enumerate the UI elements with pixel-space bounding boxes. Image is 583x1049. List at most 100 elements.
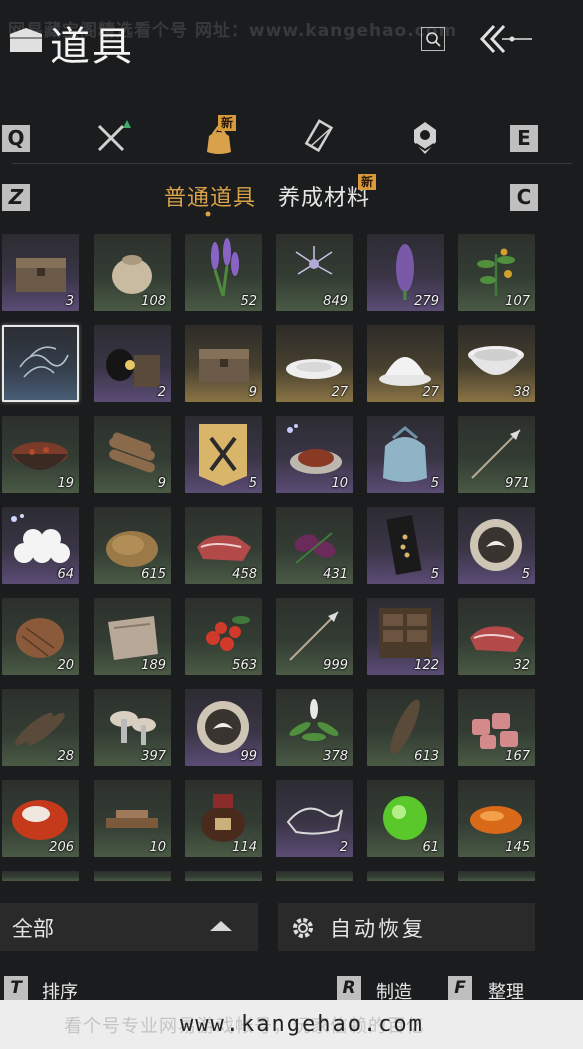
item-slot[interactable]: 613 (367, 689, 444, 766)
key-z[interactable]: Z (2, 184, 30, 211)
item-slot[interactable]: 108 (94, 234, 171, 311)
item-quantity: 145 (505, 840, 530, 855)
item-slot[interactable]: 107 (458, 234, 535, 311)
tab-weapons[interactable] (88, 118, 134, 158)
filter-dropdown[interactable]: 全部 (0, 903, 258, 951)
scroll-icon (304, 119, 334, 153)
item-slot[interactable]: 5 (185, 416, 262, 493)
filter-label: 全部 (12, 917, 54, 941)
key-t[interactable]: T (4, 976, 28, 1000)
item-slot[interactable]: 5 (458, 507, 535, 584)
item-quantity: 2 (157, 385, 166, 400)
page-title: 道具 (50, 24, 134, 70)
key-c[interactable]: C (510, 184, 538, 211)
item-slot-partial[interactable] (185, 871, 262, 881)
item-slot[interactable]: 64 (2, 507, 79, 584)
item-quantity: 167 (505, 749, 530, 764)
item-slot[interactable]: 9 (185, 325, 262, 402)
item-slot[interactable]: 615 (94, 507, 171, 584)
item-quantity: 9 (248, 385, 257, 400)
item-quantity: 971 (505, 476, 530, 491)
item-quantity: 19 (57, 476, 74, 491)
item-quantity: 999 (323, 658, 348, 673)
subtab-materials[interactable]: 养成材料 (278, 180, 370, 212)
item-quantity: 99 (240, 749, 257, 764)
item-slot[interactable]: 52 (185, 234, 262, 311)
item-slot[interactable]: 2 (94, 325, 171, 402)
item-slot[interactable]: 5 (367, 507, 444, 584)
item-quantity: 108 (141, 294, 166, 309)
item-slot-partial[interactable] (276, 871, 353, 881)
item-quantity: 431 (323, 567, 348, 582)
pouch-title-icon (10, 28, 42, 52)
item-slot[interactable]: 431 (276, 507, 353, 584)
subtab-common-items[interactable]: 普通道具 (164, 180, 256, 212)
wind-spirit-icon (19, 346, 69, 378)
item-quantity: 9 (157, 476, 166, 491)
item-quantity: 64 (57, 567, 74, 582)
item-slot[interactable]: 279 (367, 234, 444, 311)
key-f[interactable]: F (448, 976, 472, 1000)
item-slot-partial[interactable] (94, 871, 171, 881)
header: 道具 (0, 0, 583, 80)
item-slot[interactable]: 2 (276, 780, 353, 857)
item-slot-partial[interactable] (367, 871, 444, 881)
item-slot[interactable]: 458 (185, 507, 262, 584)
item-quantity: 52 (240, 294, 257, 309)
triangle-up-icon (210, 921, 232, 931)
category-tabs: Q 新 E (0, 115, 583, 164)
item-slot-partial[interactable] (458, 871, 535, 881)
item-slot[interactable] (2, 325, 79, 402)
item-quantity: 458 (232, 567, 257, 582)
item-slot[interactable]: 5 (367, 416, 444, 493)
item-slot[interactable]: 27 (367, 325, 444, 402)
item-slot[interactable]: 122 (367, 598, 444, 675)
item-slot[interactable]: 378 (276, 689, 353, 766)
item-quantity: 5 (521, 567, 530, 582)
key-e[interactable]: E (510, 125, 538, 152)
item-slot[interactable]: 189 (94, 598, 171, 675)
item-slot[interactable]: 3 (2, 234, 79, 311)
item-slot[interactable]: 20 (2, 598, 79, 675)
tab-emblem[interactable] (402, 118, 448, 158)
item-quantity: 10 (331, 476, 348, 491)
item-quantity: 849 (323, 294, 348, 309)
item-slot[interactable]: 32 (458, 598, 535, 675)
watermark-url: www.kangehao.com (180, 1012, 424, 1037)
item-quantity: 189 (141, 658, 166, 673)
item-slot-partial[interactable] (2, 871, 79, 881)
item-slot[interactable]: 27 (276, 325, 353, 402)
item-quantity: 5 (430, 567, 439, 582)
item-slot[interactable]: 10 (276, 416, 353, 493)
item-slot[interactable]: 9 (94, 416, 171, 493)
item-slot[interactable]: 971 (458, 416, 535, 493)
item-slot[interactable]: 999 (276, 598, 353, 675)
item-slot[interactable]: 10 (94, 780, 171, 857)
search-button[interactable] (421, 27, 445, 51)
item-slot[interactable]: 206 (2, 780, 79, 857)
item-slot[interactable]: 19 (2, 416, 79, 493)
item-slot[interactable]: 397 (94, 689, 171, 766)
key-q[interactable]: Q (2, 125, 30, 152)
item-slot[interactable]: 61 (367, 780, 444, 857)
tab-scrolls[interactable] (298, 118, 344, 158)
item-slot[interactable]: 99 (185, 689, 262, 766)
item-slot[interactable]: 38 (458, 325, 535, 402)
search-icon (426, 32, 441, 47)
item-slot[interactable]: 167 (458, 689, 535, 766)
item-slot[interactable]: 563 (185, 598, 262, 675)
item-slot[interactable]: 114 (185, 780, 262, 857)
subcategory-tabs: Z 普通道具 养成材料 新 C (0, 174, 583, 217)
item-quantity: 114 (232, 840, 257, 855)
item-slot[interactable]: 849 (276, 234, 353, 311)
item-quantity: 122 (414, 658, 439, 673)
crossed-swords-icon (97, 120, 131, 152)
item-slot[interactable]: 28 (2, 689, 79, 766)
item-slot[interactable]: 145 (458, 780, 535, 857)
back-icon[interactable] (478, 22, 534, 56)
auto-recover-button[interactable]: 自动恢复 (278, 903, 535, 951)
key-r[interactable]: R (337, 976, 361, 1000)
item-quantity: 206 (49, 840, 74, 855)
emblem-icon (414, 122, 436, 154)
item-quantity: 279 (414, 294, 439, 309)
